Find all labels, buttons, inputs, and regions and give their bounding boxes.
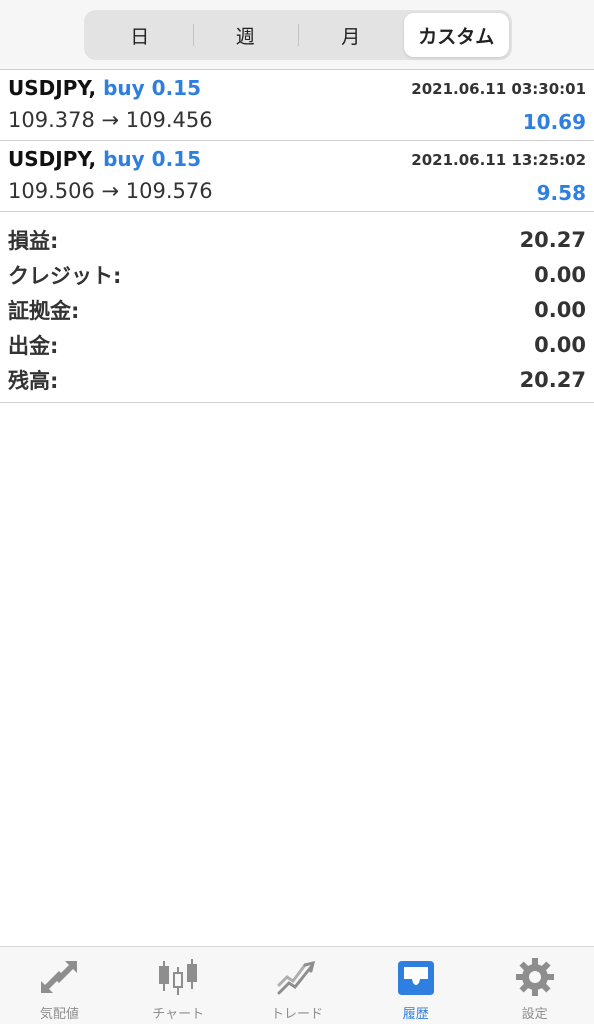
bottom-tab-bar: 気配値 チャート トレード 履歴 設定 — [0, 946, 594, 1024]
candlestick-chart-icon — [159, 959, 198, 995]
symbol-text: USDJPY, — [8, 76, 97, 100]
summary-value: 20.27 — [519, 227, 586, 252]
tab-week[interactable]: 週 — [192, 13, 299, 57]
trade-time: 2021.06.11 13:25:02 — [411, 151, 586, 169]
summary-label: 出金: — [8, 333, 59, 358]
summary-label: クレジット: — [8, 263, 122, 288]
period-segmented-control: 日 週 月 カスタム — [84, 10, 512, 60]
tab-label: チャート — [152, 1007, 205, 1022]
trade-time: 2021.06.11 03:30:01 — [411, 80, 586, 98]
tab-label: 履歴 — [402, 1007, 429, 1022]
tab-trade[interactable]: トレード — [238, 947, 357, 1024]
summary-label: 証拠金: — [8, 298, 80, 323]
tab-settings[interactable]: 設定 — [475, 947, 594, 1024]
tab-quotes[interactable]: 気配値 — [0, 947, 119, 1024]
summary-value: 0.00 — [534, 297, 586, 322]
trade-profit: 10.69 — [522, 110, 586, 134]
trade-prices: 109.378 → 109.456 — [8, 108, 213, 132]
summary-row-balance: 残高: 20.27 — [0, 362, 594, 397]
tab-history[interactable]: 履歴 — [356, 947, 475, 1024]
summary-row-credit: クレジット: 0.00 — [0, 257, 594, 292]
summary-label: 損益: — [8, 228, 59, 253]
tab-label: トレード — [270, 1007, 323, 1022]
trade-side: buy 0.15 — [103, 76, 201, 100]
summary-value: 0.00 — [534, 332, 586, 357]
tab-month[interactable]: 月 — [298, 13, 404, 57]
trade-side: buy 0.15 — [103, 147, 201, 171]
trade-symbol: USDJPY, buy 0.15 — [8, 76, 201, 100]
account-summary: 損益: 20.27 クレジット: 0.00 証拠金: 0.00 出金: 0.00… — [0, 222, 594, 397]
summary-row-withdrawal: 出金: 0.00 — [0, 327, 594, 362]
tab-day[interactable]: 日 — [87, 13, 193, 57]
row-divider — [0, 211, 594, 212]
trade-prices: 109.506 → 109.576 — [8, 179, 213, 203]
trade-symbol: USDJPY, buy 0.15 — [8, 147, 201, 171]
settings-gear-icon — [515, 958, 554, 996]
summary-value: 0.00 — [534, 262, 586, 287]
summary-row-profit: 損益: 20.27 — [0, 222, 594, 257]
tab-chart[interactable]: チャート — [119, 947, 238, 1024]
summary-divider — [0, 402, 594, 403]
quotes-arrows-icon — [41, 961, 78, 993]
summary-row-margin: 証拠金: 0.00 — [0, 292, 594, 327]
symbol-text: USDJPY, — [8, 147, 97, 171]
trade-chart-icon — [277, 960, 316, 995]
history-inbox-icon — [397, 961, 434, 995]
summary-value: 20.27 — [519, 367, 586, 392]
tab-label: 気配値 — [39, 1007, 79, 1022]
tab-label: 設定 — [521, 1007, 548, 1022]
trade-row[interactable]: USDJPY, buy 0.15 2021.06.11 13:25:02 109… — [0, 141, 594, 211]
tab-custom[interactable]: カスタム — [403, 13, 509, 57]
trade-profit: 9.58 — [536, 181, 586, 205]
trade-row[interactable]: USDJPY, buy 0.15 2021.06.11 03:30:01 109… — [0, 70, 594, 140]
summary-label: 残高: — [8, 368, 59, 393]
period-header: 日 週 月 カスタム — [0, 0, 594, 70]
